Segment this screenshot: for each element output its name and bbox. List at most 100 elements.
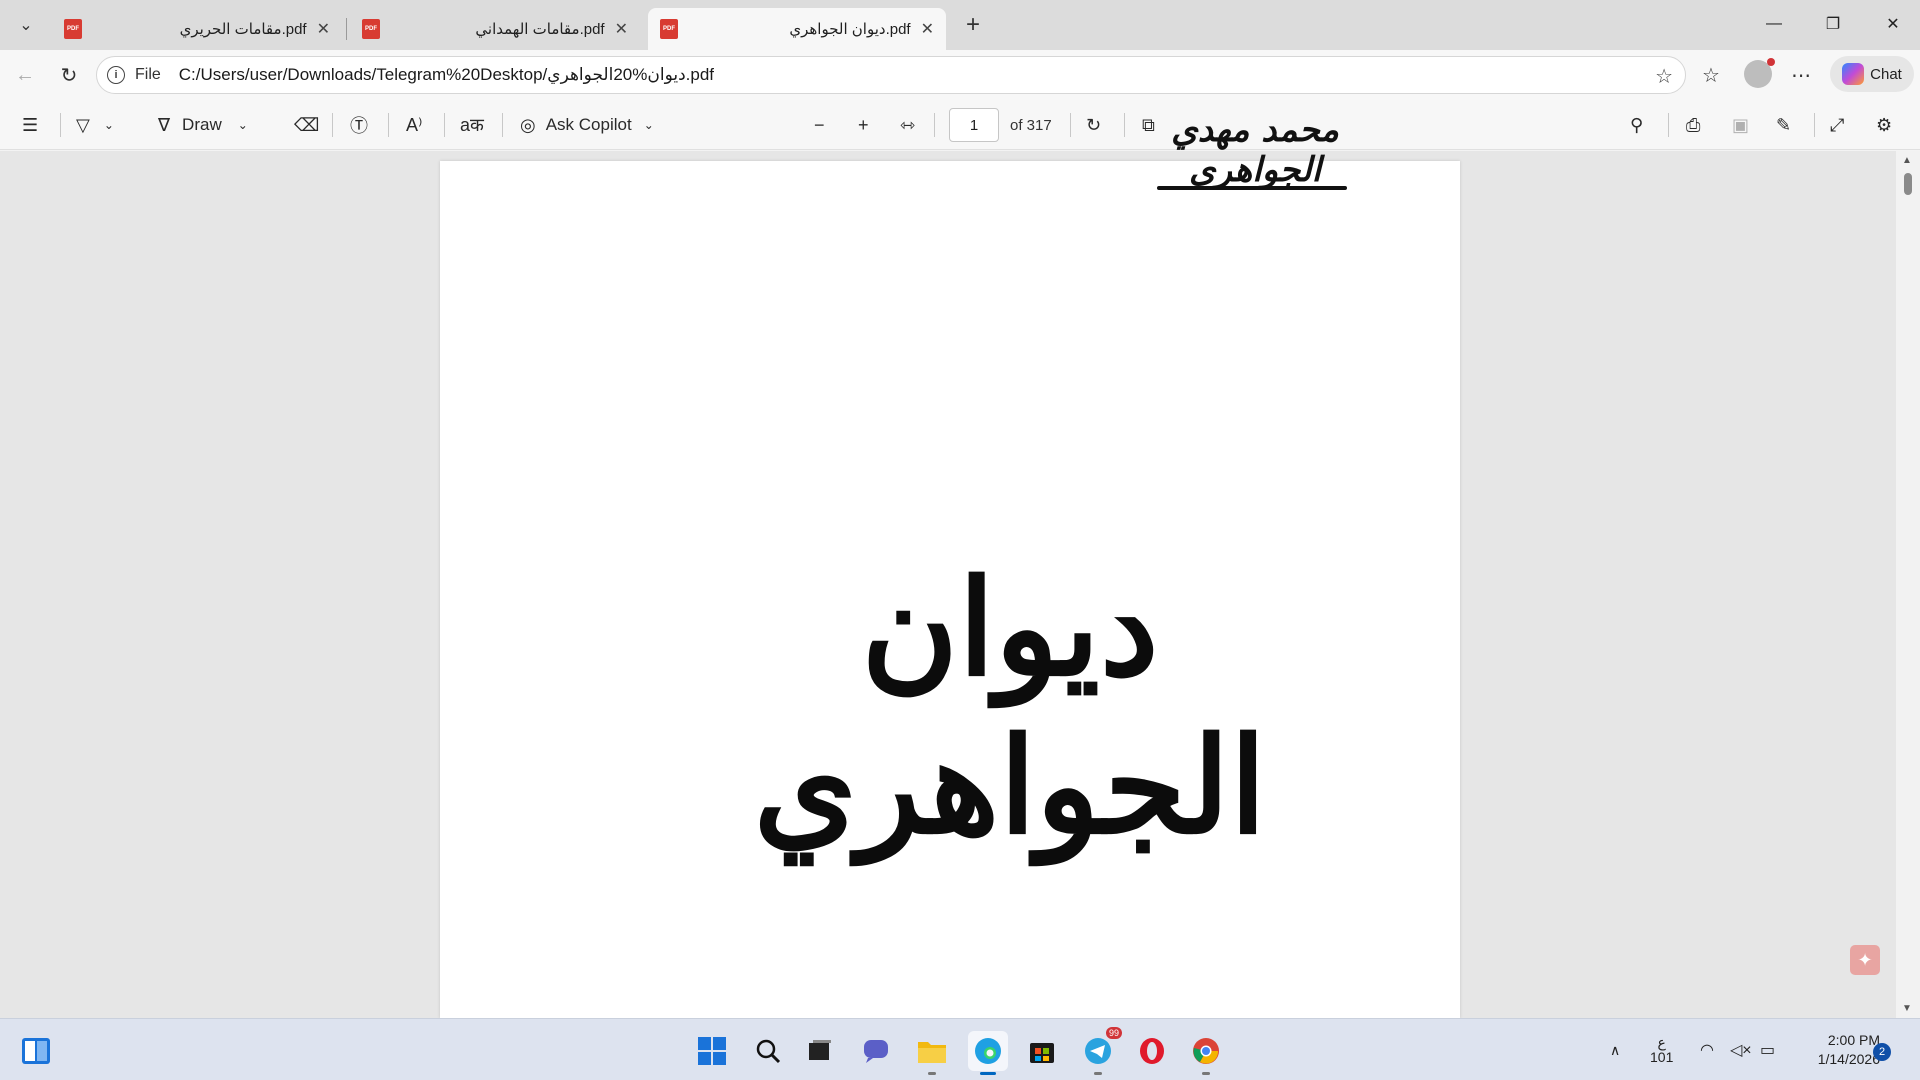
pdf-file-icon: PDF	[64, 19, 82, 39]
zoom-in-icon[interactable]: +	[858, 111, 869, 139]
battery-icon[interactable]: ▭	[1760, 1019, 1775, 1080]
page-total-label: of 317	[1010, 117, 1052, 134]
draw-chevron-icon[interactable]: ⌄	[238, 118, 248, 132]
toolbar-divider	[1668, 113, 1669, 137]
close-tab-icon[interactable]: ✕	[615, 19, 628, 39]
copilot-icon: ◎	[520, 114, 536, 135]
taskbar: 99 ∧ ع 101 ◠ ◁× ▭ 2:00 PM 1/14/2026 2	[0, 1018, 1920, 1080]
start-windows-icon[interactable]	[692, 1031, 732, 1071]
refresh-icon[interactable]: ↻	[52, 58, 86, 92]
url-text[interactable]: C:/Users/user/Downloads/Telegram%20Deskt…	[179, 65, 714, 85]
draw-label: Draw	[182, 115, 222, 134]
widgets-icon[interactable]	[16, 1031, 56, 1071]
scroll-down-arrow-icon[interactable]: ▼	[1902, 1003, 1912, 1014]
running-indicator	[980, 1072, 996, 1075]
eraser-icon[interactable]: ⌫	[294, 111, 319, 139]
telegram-icon[interactable]: 99	[1078, 1027, 1122, 1075]
read-aloud-icon[interactable]: A⁾	[406, 111, 422, 139]
restore-button[interactable]: ❐	[1810, 0, 1856, 48]
save-icon[interactable]: ▣	[1732, 111, 1749, 139]
more-options-icon[interactable]: ⋯	[1784, 58, 1818, 92]
task-view-icon[interactable]	[800, 1031, 840, 1071]
close-tab-icon[interactable]: ✕	[317, 19, 330, 39]
favorite-star-icon[interactable]: ☆	[1655, 64, 1673, 89]
tab-strip: ⌄ PDF مقامات الحريري.pdf ✕ PDF مقامات ال…	[0, 0, 1920, 50]
vertical-scrollbar[interactable]: ▲ ▼	[1896, 151, 1920, 1018]
tab-hariri[interactable]: PDF مقامات الحريري.pdf ✕	[52, 8, 342, 50]
fit-to-width-icon[interactable]: ⇿	[900, 111, 915, 139]
clock-time: 2:00 PM	[1827, 1032, 1880, 1048]
show-hidden-icons-chevron-icon[interactable]: ∧	[1610, 1019, 1620, 1080]
pdf-file-icon: PDF	[660, 19, 678, 39]
tab-hamadani[interactable]: PDF مقامات الهمداني.pdf ✕	[350, 8, 640, 50]
close-window-button[interactable]: ✕	[1870, 0, 1916, 48]
back-arrow-icon[interactable]: ←	[8, 58, 42, 92]
copilot-chevron-icon[interactable]: ⌄	[644, 118, 654, 132]
system-clock[interactable]: 2:00 PM 1/14/2026	[1790, 1031, 1880, 1069]
translate-icon[interactable]: aक	[460, 111, 484, 139]
microsoft-store-icon[interactable]	[1022, 1031, 1062, 1071]
close-tab-icon[interactable]: ✕	[921, 19, 934, 39]
contents-list-icon[interactable]: ☰	[22, 111, 38, 139]
document-title-calligraphy: ديوان الجواهري	[753, 551, 1267, 865]
toolbar-divider	[934, 113, 935, 137]
ask-copilot-button[interactable]: ◎ Ask Copilot ⌄	[520, 111, 654, 139]
favorites-icon[interactable]: ☆	[1694, 58, 1728, 92]
input-language-indicator[interactable]: ع 101	[1650, 1019, 1673, 1080]
toolbar-divider	[388, 113, 389, 137]
rotate-icon[interactable]: ↻	[1086, 111, 1101, 139]
chat-label: Chat	[1870, 65, 1902, 83]
opera-icon[interactable]	[1132, 1031, 1172, 1071]
fullscreen-icon[interactable]: ⤢	[1830, 111, 1844, 139]
save-as-icon[interactable]: ✎	[1776, 111, 1791, 139]
ask-copilot-label: Ask Copilot	[545, 115, 632, 134]
pdf-toolbar: ☰ ▽ ⌄ ∇ Draw ⌄ ⌫ Ⓣ A⁾ aक ◎ Ask Copilot ⌄ …	[0, 100, 1920, 150]
input-lang-label: ع	[1657, 1034, 1666, 1050]
chrome-icon[interactable]	[1186, 1031, 1226, 1075]
settings-gear-icon[interactable]: ⚙	[1876, 111, 1892, 139]
file-explorer-icon[interactable]	[912, 1031, 952, 1075]
draw-button[interactable]: ∇ Draw ⌄	[158, 111, 248, 139]
highlight-icon[interactable]: ▽ ⌄	[76, 111, 114, 139]
notification-badge[interactable]: 2	[1873, 1043, 1891, 1061]
pdf-file-icon: PDF	[362, 19, 380, 39]
running-indicator	[1202, 1072, 1210, 1075]
navigation-bar: ← ↻ i File C:/Users/user/Downloads/Teleg…	[0, 50, 1920, 100]
toolbar-divider	[444, 113, 445, 137]
page-number-input[interactable]: 1	[949, 108, 999, 142]
scroll-up-arrow-icon[interactable]: ▲	[1902, 155, 1912, 166]
zoom-out-icon[interactable]: −	[814, 111, 825, 139]
address-bar[interactable]: i File C:/Users/user/Downloads/Telegram%…	[96, 56, 1686, 94]
teams-chat-icon[interactable]	[856, 1031, 896, 1071]
toolbar-divider	[502, 113, 503, 137]
add-text-icon[interactable]: Ⓣ	[350, 111, 368, 139]
tab-title: مقامات الحريري.pdf	[179, 21, 307, 38]
url-scheme-label: File	[135, 66, 161, 83]
profile-avatar[interactable]	[1744, 58, 1775, 88]
minimize-button[interactable]: —	[1751, 0, 1797, 48]
search-icon[interactable]: ⚲	[1630, 111, 1643, 139]
tab-jawahiri[interactable]: PDF ديوان الجواهري.pdf ✕	[648, 8, 946, 50]
new-tab-button[interactable]: +	[958, 10, 988, 40]
site-info-icon[interactable]: i	[107, 66, 125, 84]
muted-speaker-icon[interactable]: ◁×	[1730, 1019, 1752, 1080]
acrobat-icon[interactable]: ✦	[1850, 945, 1880, 975]
wifi-icon[interactable]: ◠	[1700, 1019, 1714, 1080]
tab-title: ديوان الجواهري.pdf	[789, 21, 911, 38]
input-lang-sub-label: 101	[1650, 1049, 1674, 1065]
running-indicator	[928, 1072, 936, 1075]
scroll-thumb[interactable]	[1904, 173, 1912, 195]
search-icon[interactable]	[748, 1031, 788, 1071]
signature-underline	[1157, 186, 1347, 190]
tab-divider	[346, 18, 347, 40]
copilot-chat-button[interactable]: Chat	[1830, 56, 1914, 92]
tab-actions-chevron-icon[interactable]: ⌄	[8, 8, 44, 42]
unread-badge: 99	[1105, 1027, 1122, 1039]
page-view-icon[interactable]: ⧉	[1142, 111, 1155, 139]
toolbar-divider	[1814, 113, 1815, 137]
toolbar-divider	[1124, 113, 1125, 137]
print-icon[interactable]: ⎙	[1686, 111, 1700, 139]
toolbar-divider	[1070, 113, 1071, 137]
edge-browser-icon[interactable]	[968, 1031, 1008, 1075]
clock-date: 1/14/2026	[1817, 1051, 1880, 1067]
